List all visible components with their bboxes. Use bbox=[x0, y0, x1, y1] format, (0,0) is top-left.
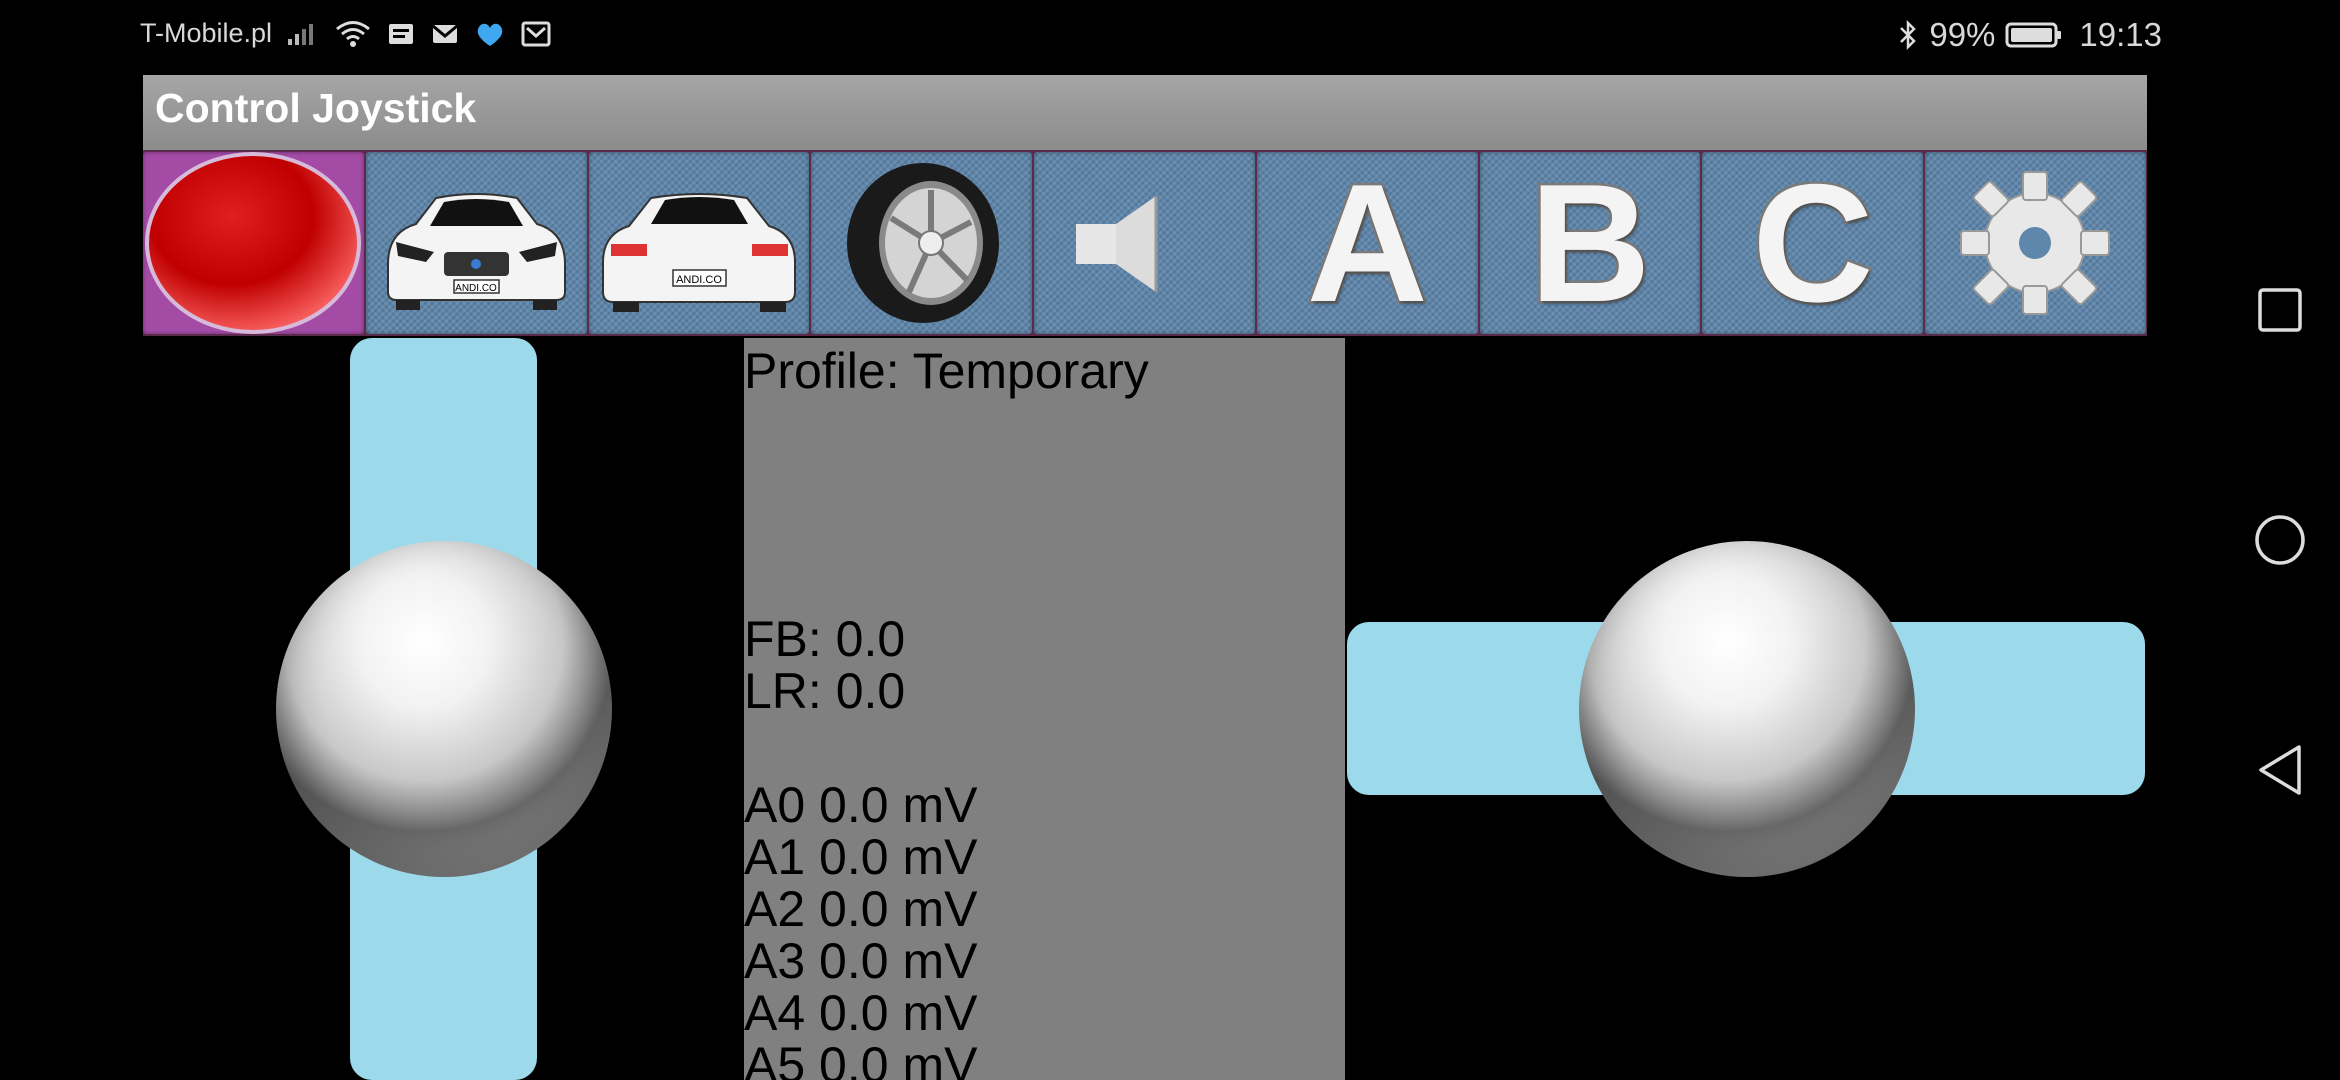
signal-icon bbox=[286, 21, 320, 47]
analog-a3: A3 0.0 mV bbox=[744, 933, 978, 989]
settings-button[interactable] bbox=[1925, 152, 2147, 334]
app-title: Control Joystick bbox=[155, 85, 477, 131]
messenger-icon bbox=[474, 20, 506, 48]
gear-icon bbox=[1960, 171, 2111, 315]
back-icon[interactable] bbox=[2242, 732, 2318, 808]
button-b[interactable]: B bbox=[1479, 152, 1701, 334]
button-a[interactable]: A bbox=[1256, 152, 1478, 334]
right-joystick-knob[interactable] bbox=[1579, 541, 1915, 877]
app-bar: Control Joystick bbox=[143, 75, 2147, 150]
status-left: T-Mobile.pl bbox=[140, 18, 552, 49]
car-rear-button[interactable]: ANDI.CO bbox=[588, 152, 810, 334]
tire-icon bbox=[847, 163, 1000, 323]
speaker-button[interactable] bbox=[1034, 152, 1255, 334]
analog-a1: A1 0.0 mV bbox=[744, 829, 978, 885]
clock: 19:13 bbox=[2079, 16, 2162, 53]
svg-text:ANDI.CO: ANDI.CO bbox=[455, 283, 497, 294]
analog-a5: A5 0.0 mV bbox=[744, 1037, 978, 1080]
left-joystick-knob[interactable] bbox=[276, 541, 612, 877]
nav-bar bbox=[2220, 0, 2340, 1080]
recents-icon[interactable] bbox=[2242, 272, 2318, 348]
button-b-label: B bbox=[1527, 152, 1653, 334]
battery-percent: 99% bbox=[1929, 16, 1996, 53]
tire-button[interactable] bbox=[811, 152, 1033, 334]
lr-value: LR: 0.0 bbox=[744, 663, 906, 719]
button-c-label: C bbox=[1750, 152, 1876, 334]
status-right: 99% 19:13 bbox=[1897, 16, 2162, 54]
speaker-icon bbox=[1076, 196, 1158, 292]
analog-a4: A4 0.0 mV bbox=[744, 985, 978, 1041]
fb-value: FB: 0.0 bbox=[744, 611, 906, 667]
analog-a0: A0 0.0 mV bbox=[744, 777, 978, 833]
battery-icon bbox=[2005, 20, 2063, 50]
wifi-icon bbox=[334, 19, 372, 49]
car-front-icon: ANDI.CO bbox=[386, 193, 566, 310]
red-oval-icon bbox=[145, 152, 361, 334]
button-c[interactable]: C bbox=[1702, 152, 1924, 334]
record-button[interactable] bbox=[143, 152, 364, 334]
home-icon[interactable] bbox=[2242, 502, 2318, 578]
status-bar: T-Mobile.pl 99% 19:13 bbox=[0, 0, 2340, 74]
analog-a2: A2 0.0 mV bbox=[744, 881, 978, 937]
car-front-button[interactable]: ANDI.CO bbox=[365, 152, 587, 334]
carrier-label: T-Mobile.pl bbox=[140, 18, 273, 48]
toolbar: ANDI.CO ANDI.CO A B C bbox=[143, 150, 2147, 336]
bluetooth-icon bbox=[1897, 19, 1919, 51]
button-a-label: A bbox=[1304, 152, 1430, 334]
notification-icon bbox=[386, 21, 416, 47]
car-rear-icon: ANDI.CO bbox=[601, 193, 796, 312]
profile-label: Profile: Temporary bbox=[744, 343, 1149, 399]
svg-text:ANDI.CO: ANDI.CO bbox=[676, 274, 722, 286]
mail-icon bbox=[430, 21, 460, 47]
info-panel: Profile: Temporary FB: 0.0 LR: 0.0 A0 0.… bbox=[744, 338, 1345, 1080]
mail-alt-icon bbox=[520, 20, 552, 48]
